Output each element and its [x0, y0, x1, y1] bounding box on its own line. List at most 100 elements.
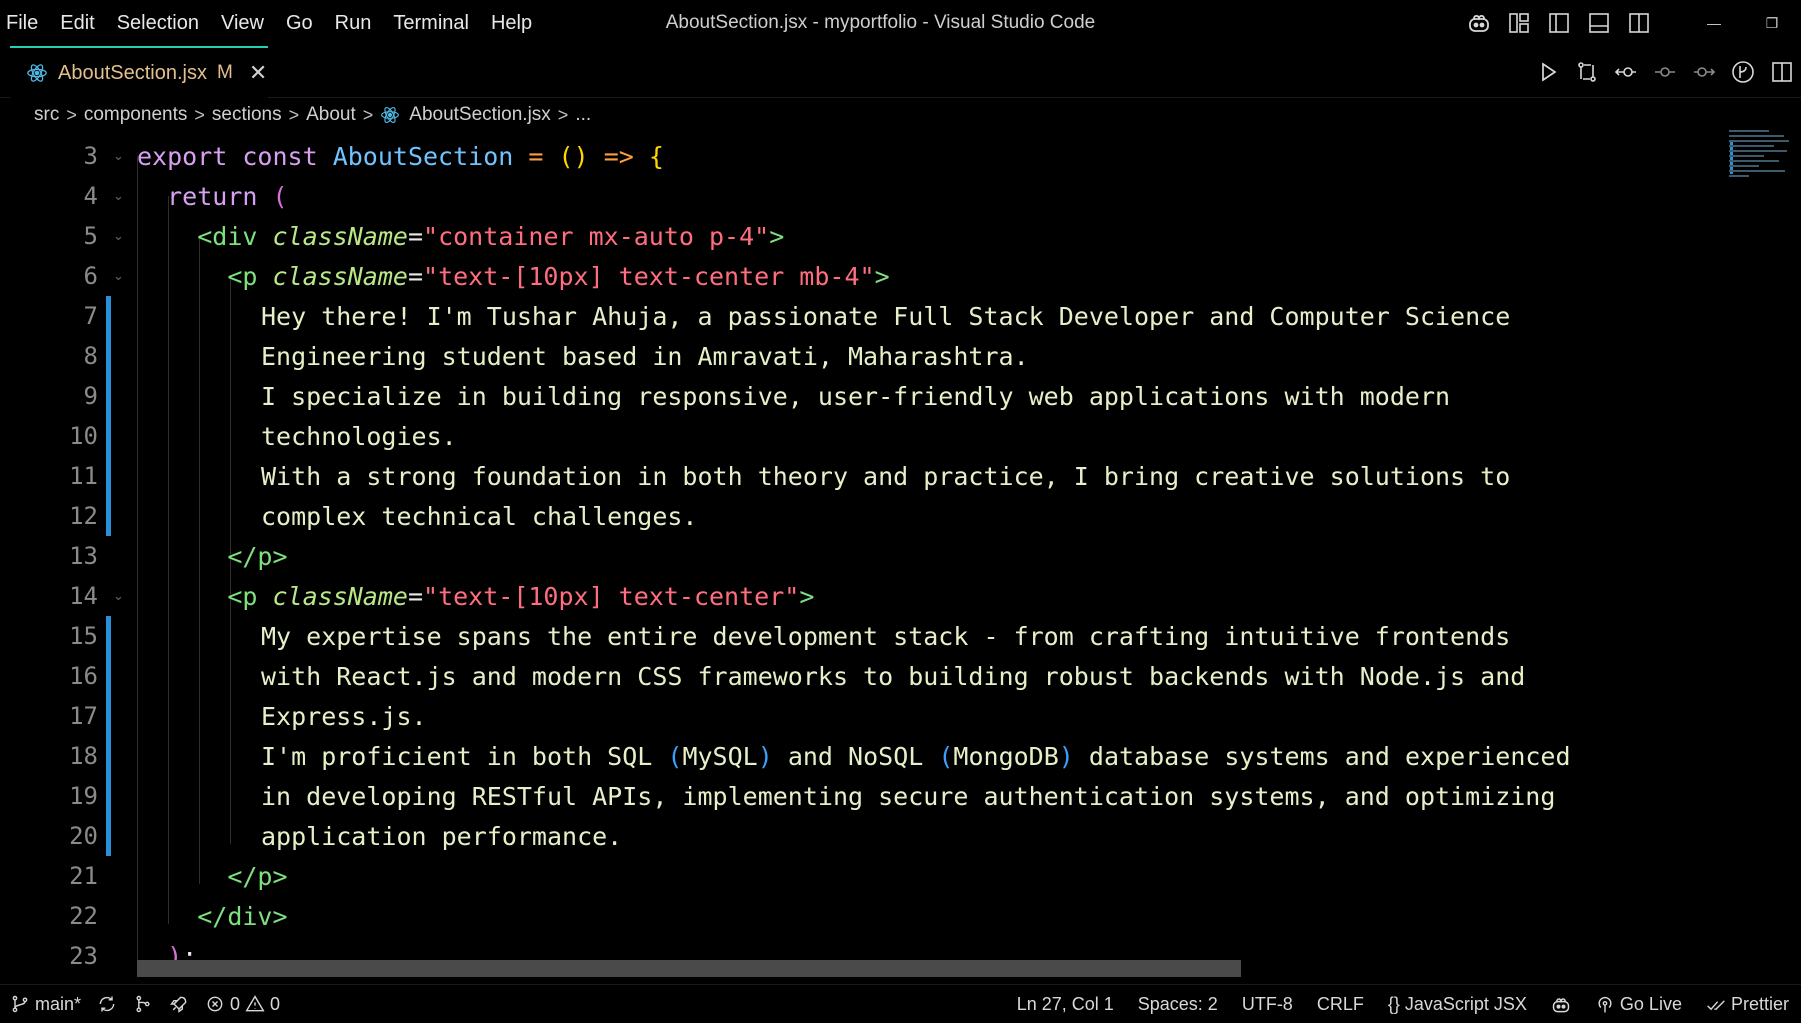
go-live-button[interactable]: Go Live — [1583, 985, 1694, 1023]
customize-layout-icon — [1509, 13, 1529, 33]
customize-layout-button[interactable] — [1499, 0, 1539, 46]
react-icon — [381, 107, 400, 123]
menu-go[interactable]: Go — [275, 0, 324, 46]
compare-changes-button[interactable] — [1567, 46, 1606, 98]
copilot-status[interactable] — [1539, 985, 1583, 1023]
toggle-panel-button[interactable] — [1579, 0, 1619, 46]
menu-terminal[interactable]: Terminal — [382, 0, 480, 46]
code-text: with React.js and modern CSS frameworks … — [261, 661, 1526, 691]
breadcrumb-file[interactable]: AboutSection.jsx — [409, 104, 551, 126]
fold-chevron-icon[interactable]: ⌄ — [113, 268, 124, 284]
breadcrumb-separator: > — [557, 104, 569, 125]
line-number: 17 — [69, 702, 98, 730]
line-number: 20 — [69, 822, 98, 850]
code-line: 21 </p> — [0, 856, 1730, 896]
code-text: </p> — [227, 541, 288, 571]
close-icon[interactable]: ✕ — [249, 62, 267, 84]
check-double-icon — [1707, 999, 1725, 1010]
breadcrumb-sections[interactable]: sections — [212, 104, 282, 126]
code-text: My expertise spans the entire developmen… — [261, 621, 1511, 651]
sync-button[interactable] — [89, 985, 125, 1023]
breadcrumb-about[interactable]: About — [306, 104, 356, 126]
toggle-primary-sidebar-button[interactable] — [1539, 0, 1579, 46]
code-line: 6 <p className="text-[10px] text-center … — [0, 256, 1730, 296]
code-text: </p> — [227, 861, 288, 891]
menu-file[interactable]: File — [4, 0, 49, 46]
go-live-label: Go Live — [1619, 994, 1682, 1014]
run-icon — [1541, 62, 1557, 82]
prettier-label: Prettier — [1730, 994, 1789, 1014]
react-icon — [27, 64, 47, 82]
breadcrumb-symbol[interactable]: ... — [575, 104, 591, 126]
deploy-button[interactable] — [161, 985, 197, 1023]
minimap[interactable] — [1729, 130, 1791, 186]
branch-status[interactable]: main* — [2, 985, 89, 1023]
git-forward-button[interactable] — [1684, 46, 1723, 98]
code-line: 17 Express.js. — [0, 696, 1730, 736]
code-text: </div> — [197, 901, 288, 931]
problems-status[interactable]: 0 0 — [197, 985, 288, 1023]
code-line: 15 My expertise spans the entire develop… — [0, 616, 1730, 656]
code-text: I specialize in building responsive, use… — [261, 381, 1451, 411]
code-editor[interactable]: 3 export const AboutSection = () => { 4 … — [0, 136, 1801, 984]
eol-status[interactable]: CRLF — [1305, 985, 1376, 1023]
breadcrumb-src[interactable]: src — [34, 104, 59, 126]
fold-chevron-icon[interactable]: ⌄ — [113, 228, 124, 244]
code-text: <p className="text-[10px] text-center"> — [227, 581, 815, 611]
menu-edit[interactable]: Edit — [49, 0, 105, 46]
breadcrumb-separator: > — [194, 104, 205, 125]
language-mode[interactable]: {} JavaScript JSX — [1376, 985, 1539, 1023]
git-commit-icon — [1654, 67, 1675, 77]
split-editor-button[interactable] — [1762, 46, 1801, 98]
breadcrumb-separator: > — [288, 104, 300, 125]
git-back-icon — [1614, 67, 1636, 77]
code-line: 12 complex technical challenges. — [0, 496, 1730, 536]
code-text: technologies. — [261, 421, 457, 451]
line-number: 18 — [69, 742, 98, 770]
modified-indicator: M — [216, 62, 233, 83]
minimize-button[interactable]: — — [1685, 0, 1743, 46]
code-text: Express.js. — [261, 701, 427, 731]
code-line: 11 With a strong foundation in both theo… — [0, 456, 1730, 496]
breadcrumb: src > components > sections > About > Ab… — [0, 98, 1801, 132]
source-control-status[interactable] — [125, 985, 161, 1023]
line-number: 15 — [69, 622, 98, 650]
menu-view[interactable]: View — [210, 0, 275, 46]
line-number: 13 — [69, 542, 98, 570]
code-line: 19 in developing RESTful APIs, implement… — [0, 776, 1730, 816]
prettier-status[interactable]: Prettier — [1694, 985, 1801, 1023]
code-line: 20 application performance. — [0, 816, 1730, 856]
run-button[interactable] — [1528, 46, 1567, 98]
encoding-status[interactable]: UTF-8 — [1230, 985, 1305, 1023]
line-number: 11 — [69, 462, 98, 490]
menu-run[interactable]: Run — [324, 0, 383, 46]
code-line: 9 I specialize in building responsive, u… — [0, 376, 1730, 416]
copilot-button[interactable] — [1459, 0, 1499, 46]
code-text: Engineering student based in Amravati, M… — [261, 341, 1029, 371]
line-number: 5 — [83, 222, 98, 250]
restore-button[interactable]: ❐ — [1743, 0, 1801, 46]
line-number: 12 — [69, 502, 98, 530]
code-line: 14 <p className="text-[10px] text-center… — [0, 576, 1730, 616]
horizontal-scrollbar[interactable] — [137, 960, 1241, 977]
toggle-secondary-sidebar-button[interactable] — [1619, 0, 1659, 46]
breadcrumb-components[interactable]: components — [84, 104, 188, 126]
menu-selection[interactable]: Selection — [106, 0, 210, 46]
git-graph-button[interactable] — [1723, 46, 1762, 98]
code-text: return ( — [167, 181, 288, 211]
indentation-status[interactable]: Spaces: 2 — [1126, 985, 1230, 1023]
error-count: 0 — [230, 993, 241, 1014]
menu-help[interactable]: Help — [480, 0, 543, 46]
cursor-position[interactable]: Ln 27, Col 1 — [1005, 985, 1126, 1023]
fold-chevron-icon[interactable]: ⌄ — [113, 188, 124, 204]
status-left: main* 0 0 — [0, 985, 288, 1023]
code-text: in developing RESTful APIs, implementing… — [261, 781, 1556, 811]
git-back-button[interactable] — [1606, 46, 1645, 98]
error-icon — [207, 996, 223, 1012]
code-text: I'm proficient in both SQL (MySQL) and N… — [261, 741, 1571, 771]
fold-chevron-icon[interactable]: ⌄ — [113, 148, 124, 164]
tab-aboutsection[interactable]: AboutSection.jsx M ✕ — [10, 46, 268, 98]
line-number: 9 — [83, 382, 98, 410]
git-commit-button[interactable] — [1645, 46, 1684, 98]
fold-chevron-icon[interactable]: ⌄ — [113, 588, 124, 604]
